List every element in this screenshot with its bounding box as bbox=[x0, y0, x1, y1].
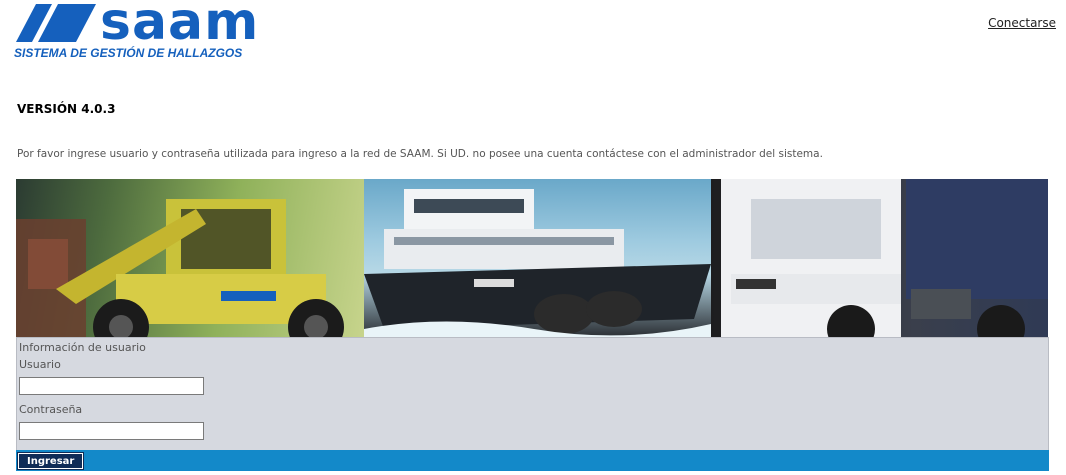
connect-link[interactable]: Conectarse bbox=[988, 16, 1056, 30]
submit-bar: Ingresar bbox=[16, 450, 1049, 471]
forklift-machinery-image bbox=[16, 179, 364, 337]
banner-image bbox=[16, 179, 1048, 337]
version-label: VERSIÓN 4.0.3 bbox=[17, 102, 116, 116]
password-label: Contraseña bbox=[19, 403, 83, 416]
logo-subtitle: SISTEMA DE GESTIÓN DE HALLAZGOS bbox=[14, 46, 243, 60]
saam-logo: saam SISTEMA DE GESTIÓN DE HALLAZGOS bbox=[14, 0, 274, 62]
logo-stripes-icon bbox=[16, 4, 96, 42]
password-input[interactable] bbox=[19, 422, 204, 440]
truck-image bbox=[711, 179, 1048, 337]
intro-text: Por favor ingrese usuario y contraseña u… bbox=[17, 148, 823, 160]
username-input[interactable] bbox=[19, 377, 204, 395]
login-form: Información de usuario Usuario Contraseñ… bbox=[16, 337, 1049, 451]
form-section-title: Información de usuario bbox=[19, 341, 146, 354]
tugboat-image bbox=[364, 179, 711, 337]
logo-wordmark: saam bbox=[100, 0, 260, 52]
username-label: Usuario bbox=[19, 358, 61, 371]
login-button[interactable]: Ingresar bbox=[16, 452, 85, 470]
